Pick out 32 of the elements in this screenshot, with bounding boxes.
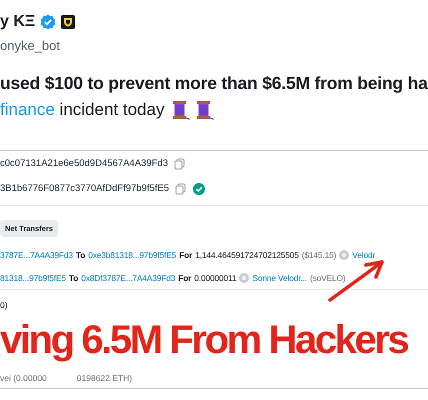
address-link[interactable]: 0x8Df3787E...7A4A39Fd3	[81, 272, 176, 282]
label-text: To	[68, 272, 78, 282]
address-text: 3B1b6776F0877c3770AfDdFf97b9f5fE5	[0, 183, 170, 194]
address-link[interactable]: 0xe3b81318...97b9f5fE5	[88, 250, 176, 260]
user-handle: onyke_bot	[0, 38, 61, 53]
caption-text: ving 6.5M From Hackers	[0, 318, 408, 362]
copy-icon	[175, 182, 188, 194]
amount-text: 0.00000011	[194, 272, 236, 282]
tweet-text: used $100 to prevent more than $6.5M from being ha	[0, 73, 428, 94]
author-name: y KΞ	[0, 13, 36, 31]
shield-icon	[61, 15, 76, 29]
value-text: (soVELO)	[310, 272, 346, 282]
address-text: c0c07131A21e6e50d9D4567A4A39Fd3	[0, 158, 168, 169]
label-text: For	[178, 272, 192, 282]
fee-text: 0)	[0, 299, 9, 312]
amount-text: 1,144.464591724702125505	[195, 250, 299, 260]
address-link[interactable]: 3787E...7A4A39Fd3	[0, 250, 73, 260]
token-icon	[339, 250, 350, 260]
value-text: ($145.15)	[302, 250, 336, 260]
tweet-text: incident today	[58, 100, 164, 120]
address-link[interactable]: 81318...97b9f5fE5	[0, 272, 66, 282]
address-link[interactable]: Velodr	[352, 250, 376, 260]
label-text: To	[76, 250, 86, 260]
gas-text: vei (0.00000	[0, 373, 47, 383]
thread-spool-icon	[194, 100, 214, 120]
address-link[interactable]: Sonne Velodr...	[252, 272, 307, 282]
thread-spool-icon	[170, 100, 190, 120]
copy-icon	[174, 158, 186, 170]
gas-text: 0198622 ETH)	[76, 373, 132, 383]
label-text: For	[179, 250, 192, 260]
token-icon	[239, 272, 250, 282]
hashtag-link[interactable]: finance	[0, 100, 55, 120]
